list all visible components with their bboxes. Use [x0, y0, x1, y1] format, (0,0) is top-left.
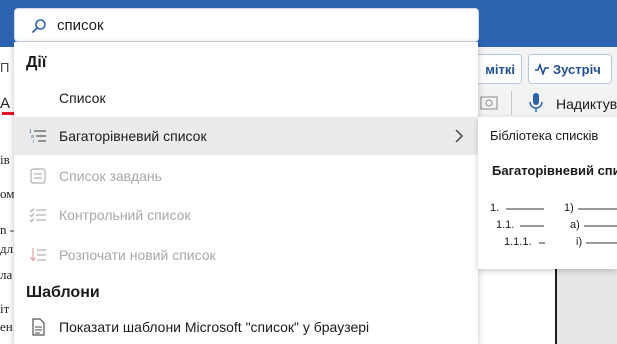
result-label: Розпочати новий список [59, 247, 216, 263]
preview-line [584, 225, 617, 227]
doc-text: П [0, 60, 10, 75]
result-task-list[interactable]: Список завдань [14, 157, 478, 195]
document-canvas: П А ів ому n - дл ла іт ен [0, 47, 14, 344]
checklist-icon [29, 208, 46, 223]
doc-text: ен [0, 319, 13, 334]
spelling-underline [2, 112, 14, 115]
result-checklist[interactable]: Контрольний список [14, 196, 478, 234]
preview-line [539, 242, 545, 244]
dictate-label[interactable]: Надиктувати [556, 96, 617, 112]
actions-header: Дії [26, 54, 47, 71]
document-page [478, 268, 556, 344]
list-library-flyout: Бібліотека списків Багаторівневий спи 1.… [478, 117, 617, 269]
svg-text:i: i [33, 139, 34, 145]
new-list-icon [30, 248, 46, 262]
preview-level: 1) [564, 202, 574, 214]
doc-text: n - [0, 222, 14, 237]
meeting-button[interactable]: Зустріч [528, 54, 612, 84]
result-label: Показати шаблони Microsoft "список" у бр… [59, 319, 370, 335]
ribbon: міткі Зустріч Надиктувати [466, 47, 617, 119]
preview-level: 1.1.1. [504, 236, 532, 248]
flyout-title: Бібліотека списків [490, 128, 599, 143]
templates-header: Шаблони [26, 284, 100, 301]
ribbon-divider [511, 91, 512, 115]
meeting-label: Зустріч [553, 61, 601, 77]
result-label: Контрольний список [59, 207, 191, 223]
search-input[interactable] [57, 13, 457, 37]
page-edge [555, 268, 557, 344]
doc-text: А [0, 95, 11, 112]
search-results-dropdown: Дії Список 1 a i Багаторівневий список С… [14, 42, 478, 344]
doc-text: іт [0, 301, 10, 316]
result-label: Список завдань [59, 168, 162, 184]
preview-line [506, 208, 544, 210]
microphone-icon[interactable] [528, 92, 544, 114]
preview-level: 1. [490, 202, 500, 214]
result-new-list[interactable]: Розпочати новий список [14, 236, 478, 274]
preview-level: i) [576, 236, 583, 248]
multilevel-list-icon: 1 a i [29, 129, 46, 145]
result-list[interactable]: Список [14, 79, 478, 117]
doc-text: ому [0, 186, 14, 201]
result-label: Список [59, 90, 106, 106]
search-icon [32, 19, 46, 33]
result-label: Багаторівневий список [59, 128, 207, 144]
doc-text: дл [0, 241, 14, 256]
document-icon [32, 318, 45, 336]
image-icon[interactable] [480, 95, 498, 111]
doc-text: ла [0, 267, 13, 282]
preview-line [586, 242, 617, 244]
preview-level: a) [570, 219, 580, 231]
flyout-subtitle: Багаторівневий спи [492, 163, 617, 178]
preview-line [578, 208, 617, 210]
task-list-icon [30, 168, 46, 184]
track-changes-label: міткі [485, 61, 515, 77]
chevron-right-icon [455, 129, 464, 143]
result-templates[interactable]: Показати шаблони Microsoft "список" у бр… [14, 308, 478, 344]
preview-line [520, 225, 544, 227]
preview-level: 1.1. [496, 219, 515, 231]
pulse-icon [535, 63, 549, 75]
search-box[interactable] [14, 8, 479, 42]
doc-text: ів [0, 152, 10, 167]
result-multilevel-list[interactable]: 1 a i Багаторівневий список [14, 117, 478, 155]
